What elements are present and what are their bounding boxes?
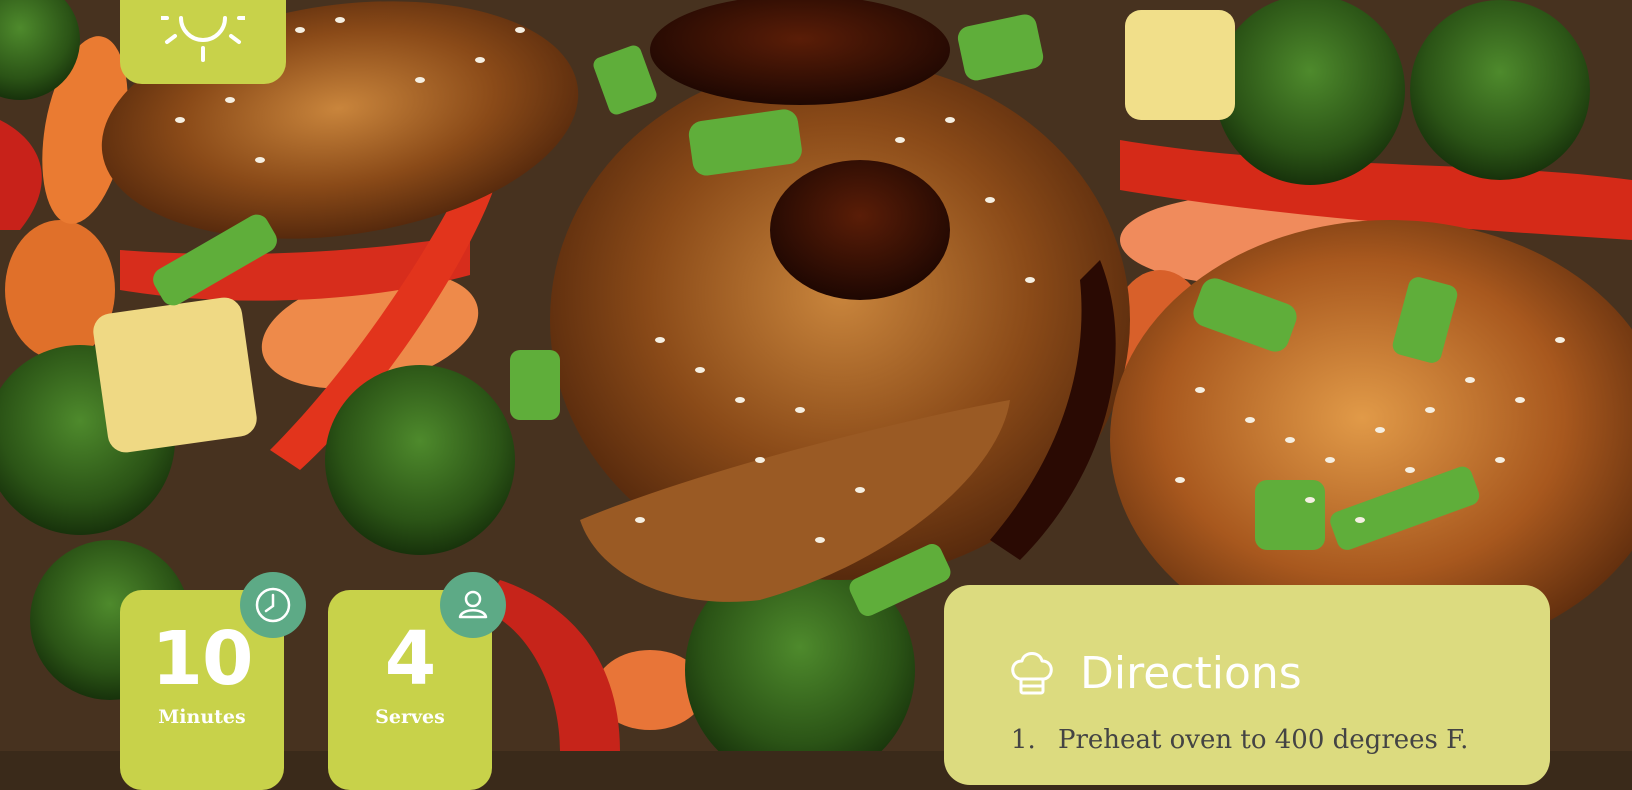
sun-icon xyxy=(161,16,245,62)
serves-label: Serves xyxy=(375,706,445,728)
time-label: Minutes xyxy=(158,706,246,728)
directions-header: Directions xyxy=(1004,645,1302,701)
person-badge xyxy=(440,572,506,638)
chef-hat-icon xyxy=(1011,652,1053,695)
sun-card xyxy=(120,0,286,84)
directions-card: Directions Preheat oven to 400 degrees F… xyxy=(944,585,1550,785)
directions-title: Directions xyxy=(1080,647,1302,699)
person-icon xyxy=(458,590,488,619)
clock-icon xyxy=(255,587,291,623)
clock-badge xyxy=(240,572,306,638)
